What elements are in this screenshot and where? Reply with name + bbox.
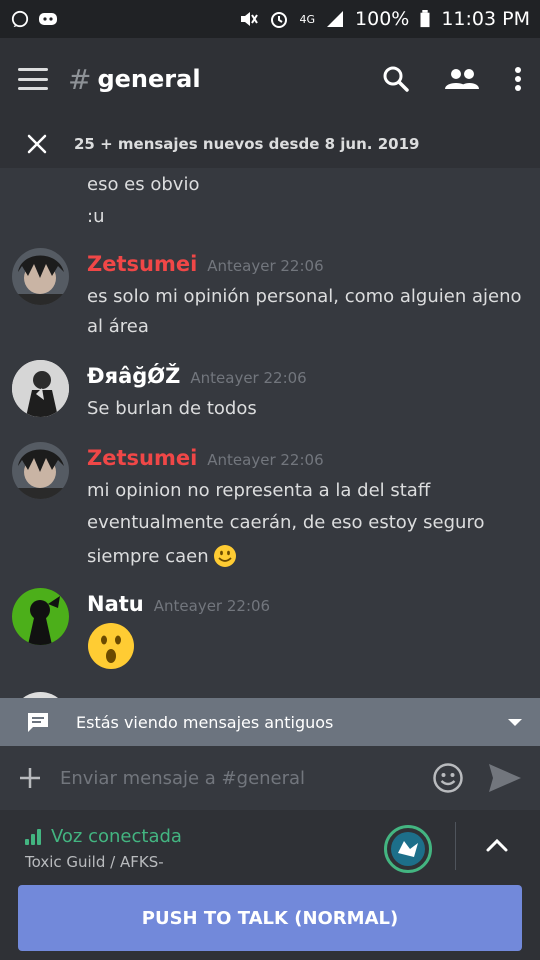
signal-icon [327,11,344,27]
smiley-emoji-icon [213,545,236,567]
old-messages-text: Estás viendo mensajes antiguos [76,712,334,732]
app-bar: # general [0,38,540,120]
voice-status[interactable]: Voz conectada [25,826,182,847]
channel-title: general [97,65,201,93]
message-line: mi opinion no representa a la del staff [87,480,431,501]
new-messages-banner[interactable]: 25 + mensajes nuevos desde 8 jun. 2019 [0,120,540,168]
avatar[interactable] [12,588,69,645]
avatar[interactable] [12,442,69,499]
battery-icon [420,10,430,28]
message-composer [0,746,540,810]
timestamp: Anteayer 22:06 [153,597,271,615]
network-type: 4G [299,12,316,26]
message-line: es solo mi opinión personal, como alguie… [87,286,522,307]
divider [455,822,456,870]
username[interactable]: Zetsumei Anteayer 22:06 [87,252,324,276]
search-icon[interactable] [382,65,410,93]
message-list[interactable]: eso es obvio :u Zetsumei Anteayer 22:06 e… [0,168,540,698]
emoji-picker-icon[interactable] [432,762,464,794]
timestamp: Anteayer 22:06 [207,257,324,275]
add-attachment-icon[interactable] [18,766,42,790]
voice-status-text: Voz conectada [51,826,182,847]
username[interactable]: Natu Anteayer 22:06 [87,592,270,616]
more-options-icon[interactable] [514,66,522,92]
timestamp: Anteayer 22:06 [190,369,307,387]
chevron-down-icon[interactable] [508,718,522,726]
members-icon[interactable] [444,67,480,91]
message-line: al área [87,316,149,337]
username[interactable]: ĐяâğǾŽ Anteayer 22:06 [87,364,307,388]
guild-logo-icon [391,832,425,866]
message-line: :u [87,206,105,227]
old-messages-bar[interactable]: Estás viendo mensajes antiguos [0,698,540,746]
avatar[interactable] [12,360,69,417]
new-messages-text: 25 + mensajes nuevos desde 8 jun. 2019 [74,135,420,153]
message-line: eventualmente caerán, de eso estoy segur… [87,512,485,533]
channel-hash-icon: # [68,62,92,96]
voice-panel: Voz conectada Toxic Guild / AFKS- PUSH T… [0,810,540,960]
voice-user-avatar[interactable] [384,825,432,873]
chevron-up-icon[interactable] [485,837,509,853]
mute-icon [241,12,259,26]
message-input[interactable] [60,767,432,789]
surprised-emoji-icon [88,623,134,669]
timestamp: Anteayer 22:06 [207,451,324,469]
chat-icon [28,713,48,732]
status-bar: 4G 100% 11:03 PM [0,0,540,38]
voice-signal-icon [25,828,41,845]
discord-notification-icon [39,13,57,25]
battery-percent: 100% [355,8,410,30]
message-line: siempre caen [87,544,237,568]
alarm-icon [271,12,288,28]
send-icon[interactable] [488,763,522,793]
close-icon[interactable] [26,133,48,155]
voice-channel-name: Toxic Guild / AFKS- [25,853,164,871]
message-line: eso es obvio [87,174,200,195]
avatar[interactable] [12,248,69,305]
menu-icon[interactable] [18,68,48,90]
username[interactable]: Zetsumei Anteayer 22:06 [87,446,324,470]
whatsapp-icon [11,10,29,28]
clock: 11:03 PM [441,8,530,30]
push-to-talk-button[interactable]: PUSH TO TALK (NORMAL) [18,885,522,951]
message-line: Se burlan de todos [87,398,257,419]
